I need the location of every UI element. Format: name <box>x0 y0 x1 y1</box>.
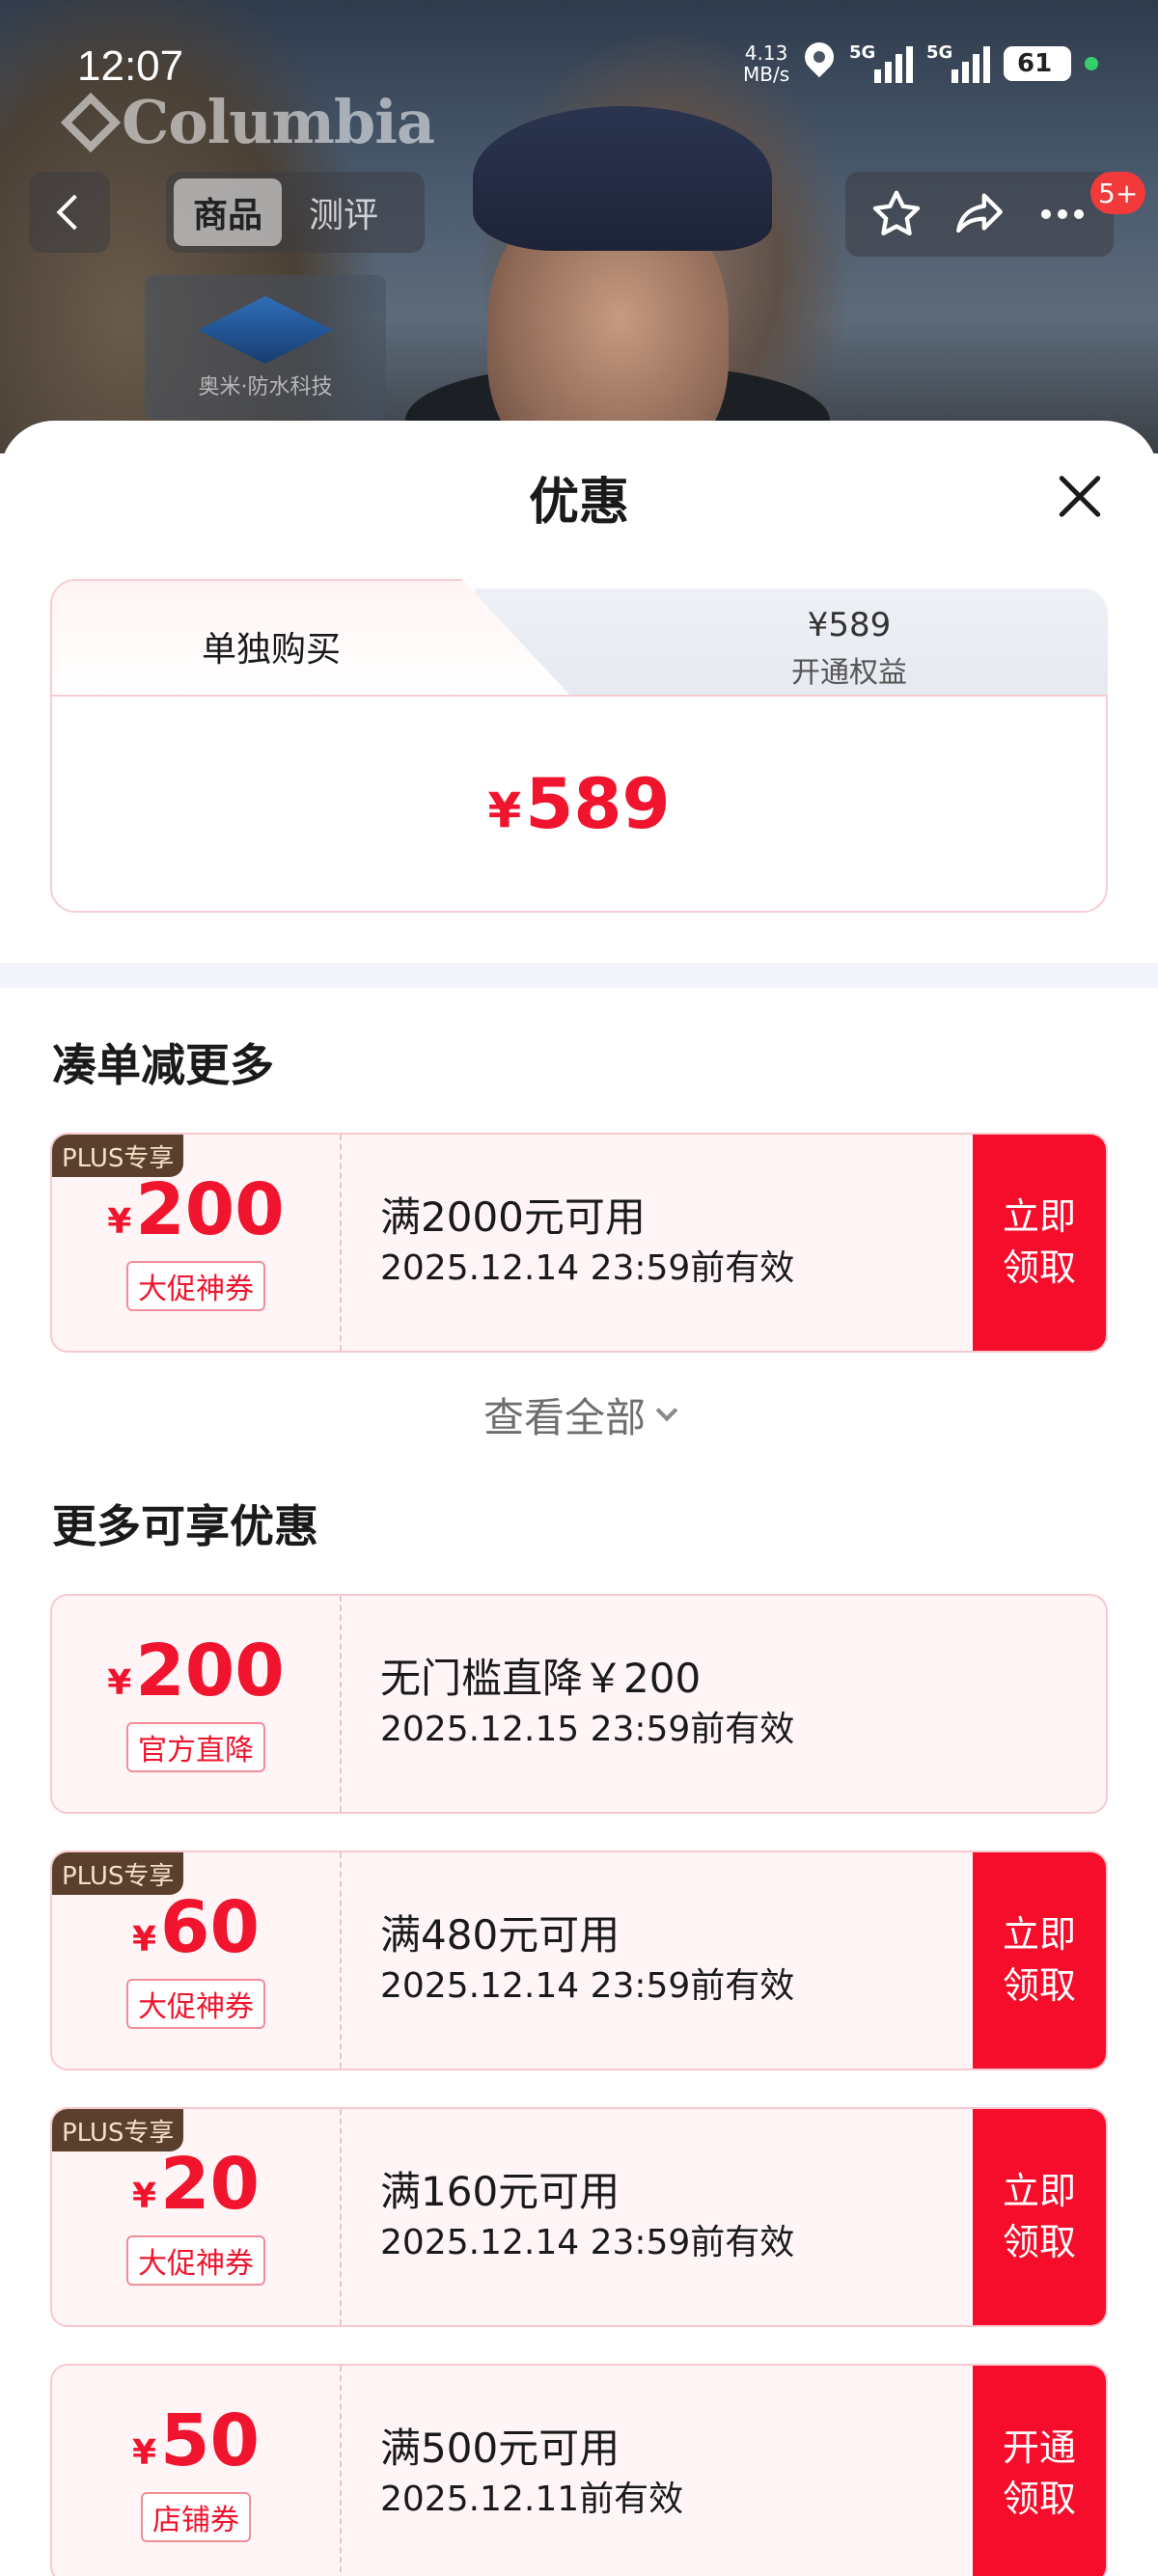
location-icon <box>803 42 836 85</box>
coupon-currency: ¥ <box>107 1202 132 1242</box>
coupon-expiry: 2025.12.14 23:59前有效 <box>380 1965 795 2006</box>
coupon-condition: 满2000元可用 <box>380 1193 646 1242</box>
battery-level: 61 <box>1017 49 1053 78</box>
claim-button[interactable]: 立即领取 <box>973 1135 1106 1351</box>
network-type-2: 5G <box>926 42 953 63</box>
claim-button[interactable]: 立即领取 <box>973 2109 1106 2325</box>
more-offers-section-title: 更多可享优惠 <box>52 1500 318 1552</box>
tab-product[interactable]: 商品 <box>174 178 283 246</box>
network-type-1: 5G <box>849 42 876 63</box>
coupon-currency: ¥ <box>107 1663 132 1703</box>
battery-icon: 61 <box>1004 46 1071 81</box>
coupon-expiry: 2025.12.11前有效 <box>380 2479 684 2519</box>
coupon-expiry: 2025.12.14 23:59前有效 <box>380 2222 795 2262</box>
coupon-card: ¥ 50 店铺券 满500元可用 2025.12.11前有效 开通领取 <box>50 2364 1108 2576</box>
tech-badge-label: 奥米·防水科技 <box>198 375 333 399</box>
price-box: ¥589 开通权益 单独购买 ¥ 589 <box>50 579 1108 913</box>
coupon-expiry: 2025.12.14 23:59前有效 <box>380 1247 795 1288</box>
share-button[interactable] <box>949 183 1010 245</box>
view-all-button[interactable]: 查看全部 <box>0 1385 1158 1444</box>
coupon-value: ¥ 200 官方直降 <box>52 1596 342 1812</box>
top-actions <box>845 172 1114 257</box>
tab-reviews[interactable]: 测评 <box>290 178 398 246</box>
close-button[interactable] <box>1048 465 1110 527</box>
claim-button[interactable]: 立即领取 <box>973 1852 1106 2069</box>
status-icons: 5G 5G 61 <box>803 42 1098 85</box>
signal-icon-2: 5G <box>926 42 990 83</box>
status-bar: 12:07 4.13 MB/s 5G 5G 61 <box>0 0 1158 125</box>
coupon-currency: ¥ <box>131 1920 157 1959</box>
coupon-type-badge: 大促神券 <box>126 1261 265 1311</box>
tech-badge: 奥米·防水科技 <box>145 275 386 420</box>
chevron-down-icon <box>655 1399 678 1421</box>
coupon-condition: 满500元可用 <box>380 2425 620 2473</box>
membership-label: 开通权益 <box>791 656 907 690</box>
more-button[interactable] <box>1032 183 1093 245</box>
tab-membership-price[interactable]: ¥589 开通权益 <box>475 589 1108 697</box>
single-purchase-label: 单独购买 <box>202 630 342 670</box>
share-icon <box>956 193 1003 233</box>
coupon-amount-value: 60 <box>160 1886 261 1969</box>
network-speed: 4.13 MB/s <box>743 42 789 85</box>
message-badge: 5+ <box>1090 172 1146 214</box>
coupon-amount: ¥ 60 <box>132 1892 260 1963</box>
coupon-info: 满160元可用 2025.12.14 23:59前有效 <box>380 2109 794 2325</box>
coupon-amount-value: 50 <box>160 2399 261 2482</box>
top-tabs: 商品 测评 <box>166 172 425 253</box>
open-and-claim-button[interactable]: 开通领取 <box>973 2366 1106 2576</box>
sheet-title: 优惠 <box>528 474 629 532</box>
coupon-card: ¥ 20 大促神券 PLUS专享 满160元可用 2025.12.14 23:5… <box>50 2107 1108 2327</box>
coupon-amount: ¥ 200 <box>107 1174 285 1246</box>
coupon-info: 无门槛直降￥200 2025.12.15 23:59前有效 <box>380 1596 794 1812</box>
plus-exclusive-tag: PLUS专享 <box>52 1135 184 1177</box>
coupon-info: 满2000元可用 2025.12.14 23:59前有效 <box>380 1135 794 1351</box>
final-price: ¥ 589 <box>50 695 1108 913</box>
more-dots-icon <box>1041 209 1084 219</box>
back-button[interactable] <box>29 172 110 253</box>
view-all-label: 查看全部 <box>482 1394 646 1441</box>
signal-icon-1: 5G <box>849 42 913 83</box>
price-tabs: ¥589 开通权益 单独购买 <box>50 579 1108 697</box>
coupon-condition: 无门槛直降￥200 <box>380 1655 702 1703</box>
omni-tech-icon <box>198 296 333 364</box>
price-value: 589 <box>525 763 671 844</box>
speed-unit: MB/s <box>743 63 790 86</box>
coupon-card: ¥ 200 大促神券 PLUS专享 满2000元可用 2025.12.14 23… <box>50 1133 1108 1353</box>
coupon-value: ¥ 50 店铺券 <box>52 2366 342 2576</box>
coupon-currency: ¥ <box>131 2177 157 2216</box>
speed-value: 4.13 <box>744 41 788 65</box>
coupon-amount-value: 200 <box>135 1168 285 1251</box>
star-icon <box>872 190 921 235</box>
coupon-condition: 满480元可用 <box>380 1911 620 1959</box>
coupon-type-badge: 大促神券 <box>126 2235 265 2286</box>
coupon-type-badge: 店铺券 <box>141 2492 251 2542</box>
section-divider <box>0 963 1158 988</box>
coupon-type-badge: 官方直降 <box>126 1722 265 1772</box>
coupon-currency: ¥ <box>131 2433 157 2473</box>
model-cap <box>473 106 772 251</box>
coupon-expiry: 2025.12.15 23:59前有效 <box>380 1709 795 1749</box>
coupon-card: ¥ 200 官方直降 无门槛直降￥200 2025.12.15 23:59前有效 <box>50 1594 1108 1814</box>
coupon-amount: ¥ 50 <box>132 2405 260 2477</box>
coupon-amount-value: 20 <box>160 2143 261 2226</box>
coupon-amount: ¥ 20 <box>132 2149 260 2220</box>
coupon-info: 满480元可用 2025.12.14 23:59前有效 <box>380 1852 794 2069</box>
charging-dot <box>1085 57 1098 70</box>
plus-exclusive-tag: PLUS专享 <box>52 2109 184 2151</box>
coupon-amount: ¥ 200 <box>107 1635 285 1707</box>
membership-price: ¥589 <box>807 606 892 644</box>
plus-exclusive-tag: PLUS专享 <box>52 1852 184 1895</box>
status-time: 12:07 <box>77 42 184 90</box>
coupon-info: 满500元可用 2025.12.11前有效 <box>380 2366 683 2576</box>
coupon-card: ¥ 60 大促神券 PLUS专享 满480元可用 2025.12.14 23:5… <box>50 1850 1108 2070</box>
bundle-section-title: 凑单减更多 <box>52 1039 274 1091</box>
back-chevron-icon <box>56 194 93 231</box>
offers-sheet: 优惠 ¥589 开通权益 单独购买 ¥ 589 凑单减更多 ¥ 200 大促神券… <box>0 421 1158 2576</box>
coupon-type-badge: 大促神券 <box>126 1979 265 2029</box>
coupon-condition: 满160元可用 <box>380 2168 620 2216</box>
favorite-button[interactable] <box>866 183 927 245</box>
price-currency: ¥ <box>487 782 522 838</box>
coupon-amount-value: 200 <box>135 1630 285 1713</box>
